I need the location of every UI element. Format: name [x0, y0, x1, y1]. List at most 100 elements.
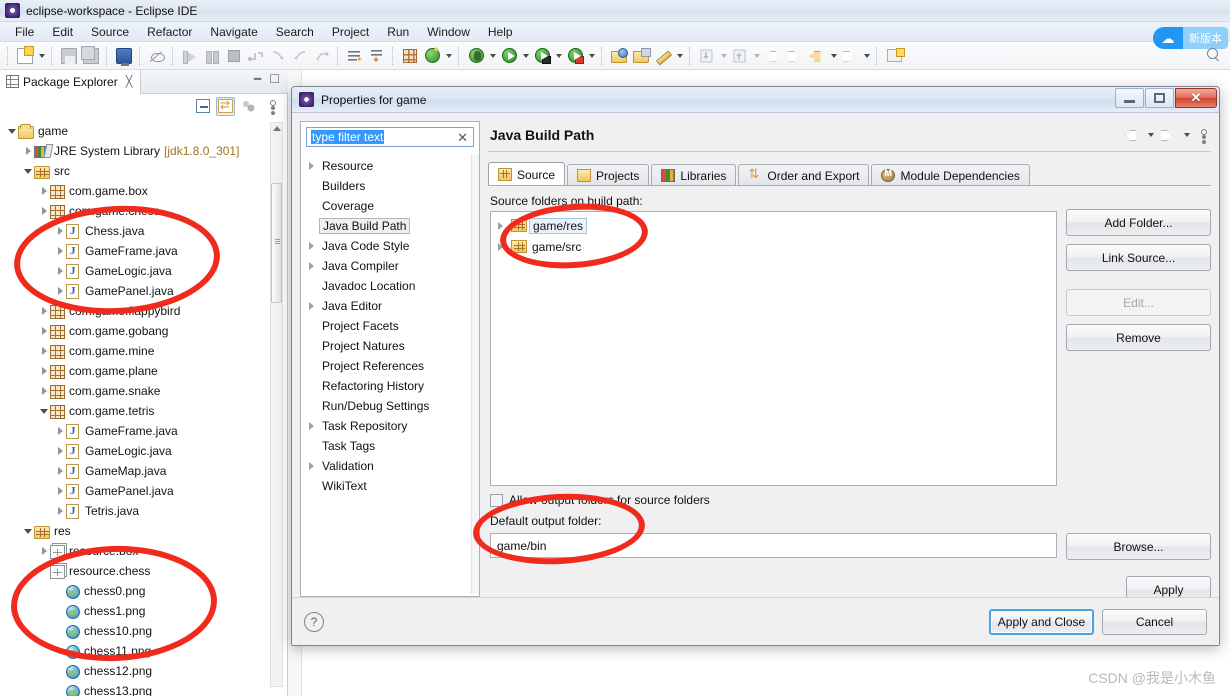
tree-twisty-icon[interactable] [22, 141, 34, 161]
restore-button[interactable] [1145, 88, 1174, 108]
remove-button[interactable]: Remove [1066, 324, 1211, 351]
tree-row[interactable]: com.game.mine [0, 341, 270, 361]
tree-twisty-icon[interactable] [38, 361, 50, 381]
preference-page-item[interactable]: Builders [301, 176, 479, 196]
tree-row[interactable]: JRE System Library [jdk1.8.0_301] [0, 141, 270, 161]
new-class-icon[interactable] [653, 46, 673, 66]
previous-edit-icon[interactable] [807, 46, 827, 66]
step-over-icon[interactable] [246, 46, 266, 66]
skip-breakpoints-icon[interactable] [147, 46, 167, 66]
tree-twisty-icon[interactable] [309, 156, 322, 176]
tree-row[interactable]: chess12.png [0, 661, 270, 681]
menu-window[interactable]: Window [418, 23, 479, 41]
preference-page-item[interactable]: Refactoring History [301, 376, 479, 396]
tree-row[interactable]: chess0.png [0, 581, 270, 601]
tab-projects[interactable]: Projects [567, 164, 650, 186]
view-menu-icon[interactable] [1197, 128, 1209, 142]
tree-row[interactable]: GameLogic.java [0, 441, 270, 461]
tree-twisty-icon[interactable] [38, 541, 50, 561]
tree-twisty-icon[interactable] [54, 441, 66, 461]
tree-twisty-icon[interactable] [6, 121, 18, 141]
import-dropdown-arrow-icon[interactable] [718, 46, 729, 66]
preference-page-item[interactable]: Java Editor [301, 296, 479, 316]
tree-twisty-icon[interactable] [38, 321, 50, 341]
allow-output-folders-checkbox[interactable] [490, 493, 503, 507]
back-icon[interactable] [763, 46, 783, 66]
expand-twisty-icon[interactable] [498, 216, 511, 236]
tree-row[interactable]: Tetris.java [0, 501, 270, 521]
open-type-icon[interactable] [609, 46, 629, 66]
source-folder-row-game-src[interactable]: game/src [491, 236, 1056, 257]
previous-edit-dropdown-arrow-icon[interactable] [828, 46, 839, 66]
preference-page-item[interactable]: Java Build Path [301, 216, 479, 236]
preference-page-item[interactable]: Validation [301, 456, 479, 476]
clear-filter-icon[interactable]: ✕ [457, 130, 468, 145]
preference-list-scrollbar[interactable] [471, 154, 479, 594]
tree-row[interactable]: chess11.png [0, 641, 270, 661]
tree-row[interactable]: com.game.flappybird [0, 301, 270, 321]
scroll-up-icon[interactable] [273, 126, 281, 131]
tree-twisty-icon[interactable] [309, 296, 322, 316]
pause-icon[interactable] [202, 46, 222, 66]
tree-twisty-icon[interactable] [54, 221, 66, 241]
tree-row[interactable]: com.game.plane [0, 361, 270, 381]
menu-source[interactable]: Source [82, 23, 138, 41]
toggle-mark-occurrences-icon[interactable] [367, 46, 387, 66]
browse-button[interactable]: Browse... [1066, 533, 1211, 560]
preference-page-item[interactable]: Resource [301, 156, 479, 176]
menu-refactor[interactable]: Refactor [138, 23, 201, 41]
import-icon[interactable] [697, 46, 717, 66]
menu-run[interactable]: Run [378, 23, 418, 41]
new-package-icon[interactable] [400, 46, 420, 66]
tree-row[interactable]: resource.box [0, 541, 270, 561]
tree-twisty-icon[interactable] [309, 456, 322, 476]
preference-page-item[interactable]: Project References [301, 356, 479, 376]
export-dropdown-arrow-icon[interactable] [751, 46, 762, 66]
menu-project[interactable]: Project [323, 23, 378, 41]
disconnect-icon[interactable] [312, 46, 332, 66]
tree-row[interactable]: resource.chess [0, 561, 270, 581]
resume-icon[interactable] [290, 46, 310, 66]
close-button[interactable]: ✕ [1175, 88, 1217, 108]
allow-output-folders-row[interactable]: Allow output folders for source folders [490, 493, 710, 507]
tree-row[interactable]: GameFrame.java [0, 421, 270, 441]
default-output-folder-input[interactable]: game/bin [490, 533, 1057, 558]
tree-row[interactable]: com.game.tetris [0, 401, 270, 421]
tree-twisty-icon[interactable] [22, 521, 34, 541]
preference-page-item[interactable]: Java Compiler [301, 256, 479, 276]
maximize-icon[interactable]: ☐ [269, 73, 280, 85]
debug-dropdown-arrow-icon[interactable] [487, 46, 498, 66]
expand-twisty-icon[interactable] [498, 237, 511, 257]
preference-page-item[interactable]: Java Code Style [301, 236, 479, 256]
tree-twisty-icon[interactable] [54, 461, 66, 481]
tree-row[interactable]: GameMap.java [0, 461, 270, 481]
preference-page-item[interactable]: Task Repository [301, 416, 479, 436]
tree-twisty-icon[interactable] [38, 201, 50, 221]
coverage-icon[interactable] [565, 46, 585, 66]
tree-row[interactable]: com.game.box [0, 181, 270, 201]
export-icon[interactable] [730, 46, 750, 66]
preference-page-item[interactable]: WikiText [301, 476, 479, 496]
source-folder-row-game-res[interactable]: game/res [491, 215, 1056, 236]
minimize-button[interactable] [1115, 88, 1144, 108]
tree-twisty-icon[interactable] [54, 281, 66, 301]
preference-page-item[interactable]: Project Natures [301, 336, 479, 356]
new-java-project-icon[interactable] [422, 46, 442, 66]
toolbar-search-icon[interactable] [1206, 48, 1220, 62]
tab-libraries[interactable]: Libraries [651, 164, 737, 186]
new-window-icon[interactable] [884, 46, 905, 66]
minimize-icon[interactable]: ━ [254, 73, 261, 85]
preference-page-item[interactable]: Run/Debug Settings [301, 396, 479, 416]
new-class-dropdown-arrow-icon[interactable] [674, 46, 685, 66]
scrollbar-thumb[interactable] [271, 183, 282, 303]
tree-row[interactable]: chess13.png [0, 681, 270, 696]
next-edit-dropdown-arrow-icon[interactable] [861, 46, 872, 66]
terminate-icon[interactable] [224, 46, 244, 66]
menu-navigate[interactable]: Navigate [201, 23, 266, 41]
collapse-all-icon[interactable] [193, 97, 212, 116]
tree-row[interactable]: com.game.gobang [0, 321, 270, 341]
new-folder-icon[interactable] [631, 46, 651, 66]
next-annotation-icon[interactable] [345, 46, 365, 66]
tree-twisty-icon[interactable] [309, 236, 322, 256]
next-edit-icon[interactable] [840, 46, 860, 66]
